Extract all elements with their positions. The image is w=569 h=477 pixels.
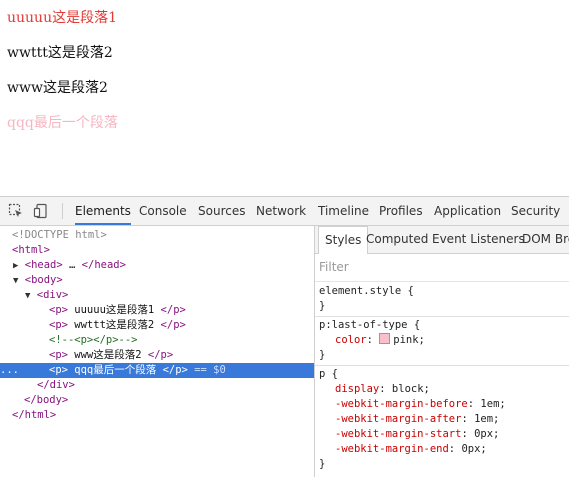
element-style-selector: element.style { [319, 285, 414, 297]
margin-start-declaration[interactable]: -webkit-margin-start: 0px; [319, 427, 506, 442]
styles-tabbar: Styles Computed Event Listeners DOM Bre [315, 226, 569, 254]
comment-text: <!--<p></p>--> [49, 334, 138, 346]
p-open-tag: <p> [49, 319, 68, 331]
close-brace: } [319, 458, 326, 470]
paragraph-3: www这是段落2 [7, 80, 108, 96]
p-text-1: uuuuu这是段落1 [67, 304, 161, 316]
devtools-panel: Elements Console Sources Network Timelin… [0, 196, 569, 477]
p-node-1[interactable]: <p> uuuuu这是段落1 </p> [49, 303, 186, 318]
element-style-rule[interactable]: element.style { } [319, 284, 414, 314]
devtools-tabbar: Elements Console Sources Network Timelin… [0, 197, 569, 226]
elements-tree[interactable]: <!DOCTYPE html> <html> ▶ <head> … </head… [0, 226, 314, 477]
head-open-tag: <head> [24, 259, 63, 271]
p-text-4: qqq最后一个段落 [67, 364, 163, 376]
styles-sidebar: Styles Computed Event Listeners DOM Bre … [315, 226, 569, 477]
expand-triangle-icon[interactable]: ▶ [13, 261, 18, 271]
paragraph-1: uuuuu这是段落1 [7, 10, 117, 26]
page-viewport: uuuuu这是段落1 wwttt这是段落2 www这是段落2 qqq最后一个段落 [0, 0, 569, 196]
tab-timeline[interactable]: Timeline [318, 197, 369, 225]
tab-application[interactable]: Application [434, 197, 501, 225]
declaration-property: -webkit-margin-before [335, 398, 468, 410]
color-swatch-icon[interactable] [379, 333, 391, 344]
styles-filter-input[interactable]: Filter [319, 260, 349, 274]
p-close-tag: </p> [160, 304, 186, 316]
declaration-value: 1em; [480, 398, 506, 410]
p-open-tag: <p> [49, 364, 68, 376]
filter-divider [315, 281, 569, 282]
div-open-tag: <div> [36, 289, 69, 301]
body-node[interactable]: ▼ <body> [13, 273, 63, 288]
doctype-text: <!DOCTYPE html> [12, 229, 107, 241]
tab-styles[interactable]: Styles [318, 226, 369, 254]
paragraph-4: qqq最后一个段落 [7, 115, 118, 131]
body-close-node[interactable]: </body> [24, 393, 68, 408]
selected-node-content: <p> qqq最后一个段落 </p> == $0 [49, 363, 226, 378]
last-of-type-selector: p:last-of-type { [319, 319, 421, 331]
declaration-property: display [335, 383, 380, 395]
div-close-tag: </div> [37, 379, 75, 391]
p-close-tag: </p> [147, 349, 174, 361]
html-close-node[interactable]: </html> [12, 408, 56, 423]
color-value: pink; [393, 334, 425, 346]
declaration-property: -webkit-margin-end [335, 443, 449, 455]
declaration-value: 0px; [474, 428, 500, 440]
p-open-tag: <p> [49, 349, 68, 361]
tab-profiles[interactable]: Profiles [379, 197, 423, 225]
declaration-property: -webkit-margin-after [335, 413, 462, 425]
color-property: color [335, 334, 367, 346]
p-user-agent-rule[interactable]: p { display: block; -webkit-margin-befor… [319, 367, 506, 472]
declaration-value: block; [391, 383, 430, 395]
p-text-3: www这是段落2 [67, 349, 148, 361]
close-brace: } [319, 349, 326, 361]
color-declaration[interactable]: color: pink; [319, 333, 425, 348]
html-node[interactable]: <html> [12, 243, 50, 258]
collapse-triangle-icon[interactable]: ▼ [13, 276, 18, 286]
selected-marker: == $0 [194, 364, 226, 376]
head-node[interactable]: ▶ <head> … </head> [13, 258, 126, 273]
tab-security[interactable]: Security [511, 197, 560, 225]
tab-sources[interactable]: Sources [198, 197, 245, 225]
declaration-property: -webkit-margin-start [335, 428, 462, 440]
p-node-3[interactable]: <p> www这是段落2 </p> [49, 348, 173, 363]
p-close-tag: </p> [162, 364, 188, 376]
tab-network[interactable]: Network [256, 197, 306, 225]
p-close-tag: </p> [160, 319, 186, 331]
tab-dom-breakpoints[interactable]: DOM Bre [522, 226, 569, 253]
html-open-tag: <html> [12, 244, 50, 256]
declaration-value: 1em; [474, 413, 500, 425]
node-menu-dots[interactable]: ... [0, 363, 19, 378]
inspect-element-icon[interactable] [8, 203, 24, 219]
doctype-node[interactable]: <!DOCTYPE html> [12, 228, 107, 243]
display-declaration[interactable]: display: block; [319, 382, 506, 397]
margin-end-declaration[interactable]: -webkit-margin-end: 0px; [319, 442, 506, 457]
tab-elements[interactable]: Elements [75, 197, 131, 225]
declaration-value: 0px; [461, 443, 487, 455]
tab-separator [62, 203, 63, 219]
p-selector: p { [319, 368, 338, 380]
p-open-tag: <p> [49, 304, 68, 316]
p-node-2[interactable]: <p> wwttt这是段落2 </p> [49, 318, 186, 333]
margin-after-declaration[interactable]: -webkit-margin-after: 1em; [319, 412, 506, 427]
div-node[interactable]: ▼ <div> [25, 288, 68, 303]
close-brace: } [319, 300, 326, 312]
collapse-triangle-icon[interactable]: ▼ [25, 291, 30, 301]
paragraph-2: wwttt这是段落2 [7, 45, 113, 61]
body-open-tag: <body> [24, 274, 63, 286]
p-text-2: wwttt这是段落2 [67, 319, 161, 331]
body-close-tag: </body> [24, 394, 69, 406]
tab-event-listeners[interactable]: Event Listeners [432, 226, 525, 253]
rule-divider [315, 365, 569, 366]
tab-console[interactable]: Console [139, 197, 187, 225]
last-of-type-rule[interactable]: p:last-of-type { color: pink; } [319, 318, 425, 363]
comment-node[interactable]: <!--<p></p>--> [49, 333, 138, 348]
rule-divider [315, 316, 569, 317]
html-close-tag: </html> [12, 409, 57, 421]
margin-before-declaration[interactable]: -webkit-margin-before: 1em; [319, 397, 506, 412]
p-node-4-selected[interactable]: ... <p> qqq最后一个段落 </p> == $0 [0, 363, 314, 378]
device-mode-icon[interactable] [33, 203, 49, 219]
head-close-tag: </head> [81, 259, 126, 271]
tab-computed[interactable]: Computed [366, 226, 428, 253]
div-close-node[interactable]: </div> [37, 378, 75, 393]
collapsed-ellipsis: … [69, 259, 76, 271]
